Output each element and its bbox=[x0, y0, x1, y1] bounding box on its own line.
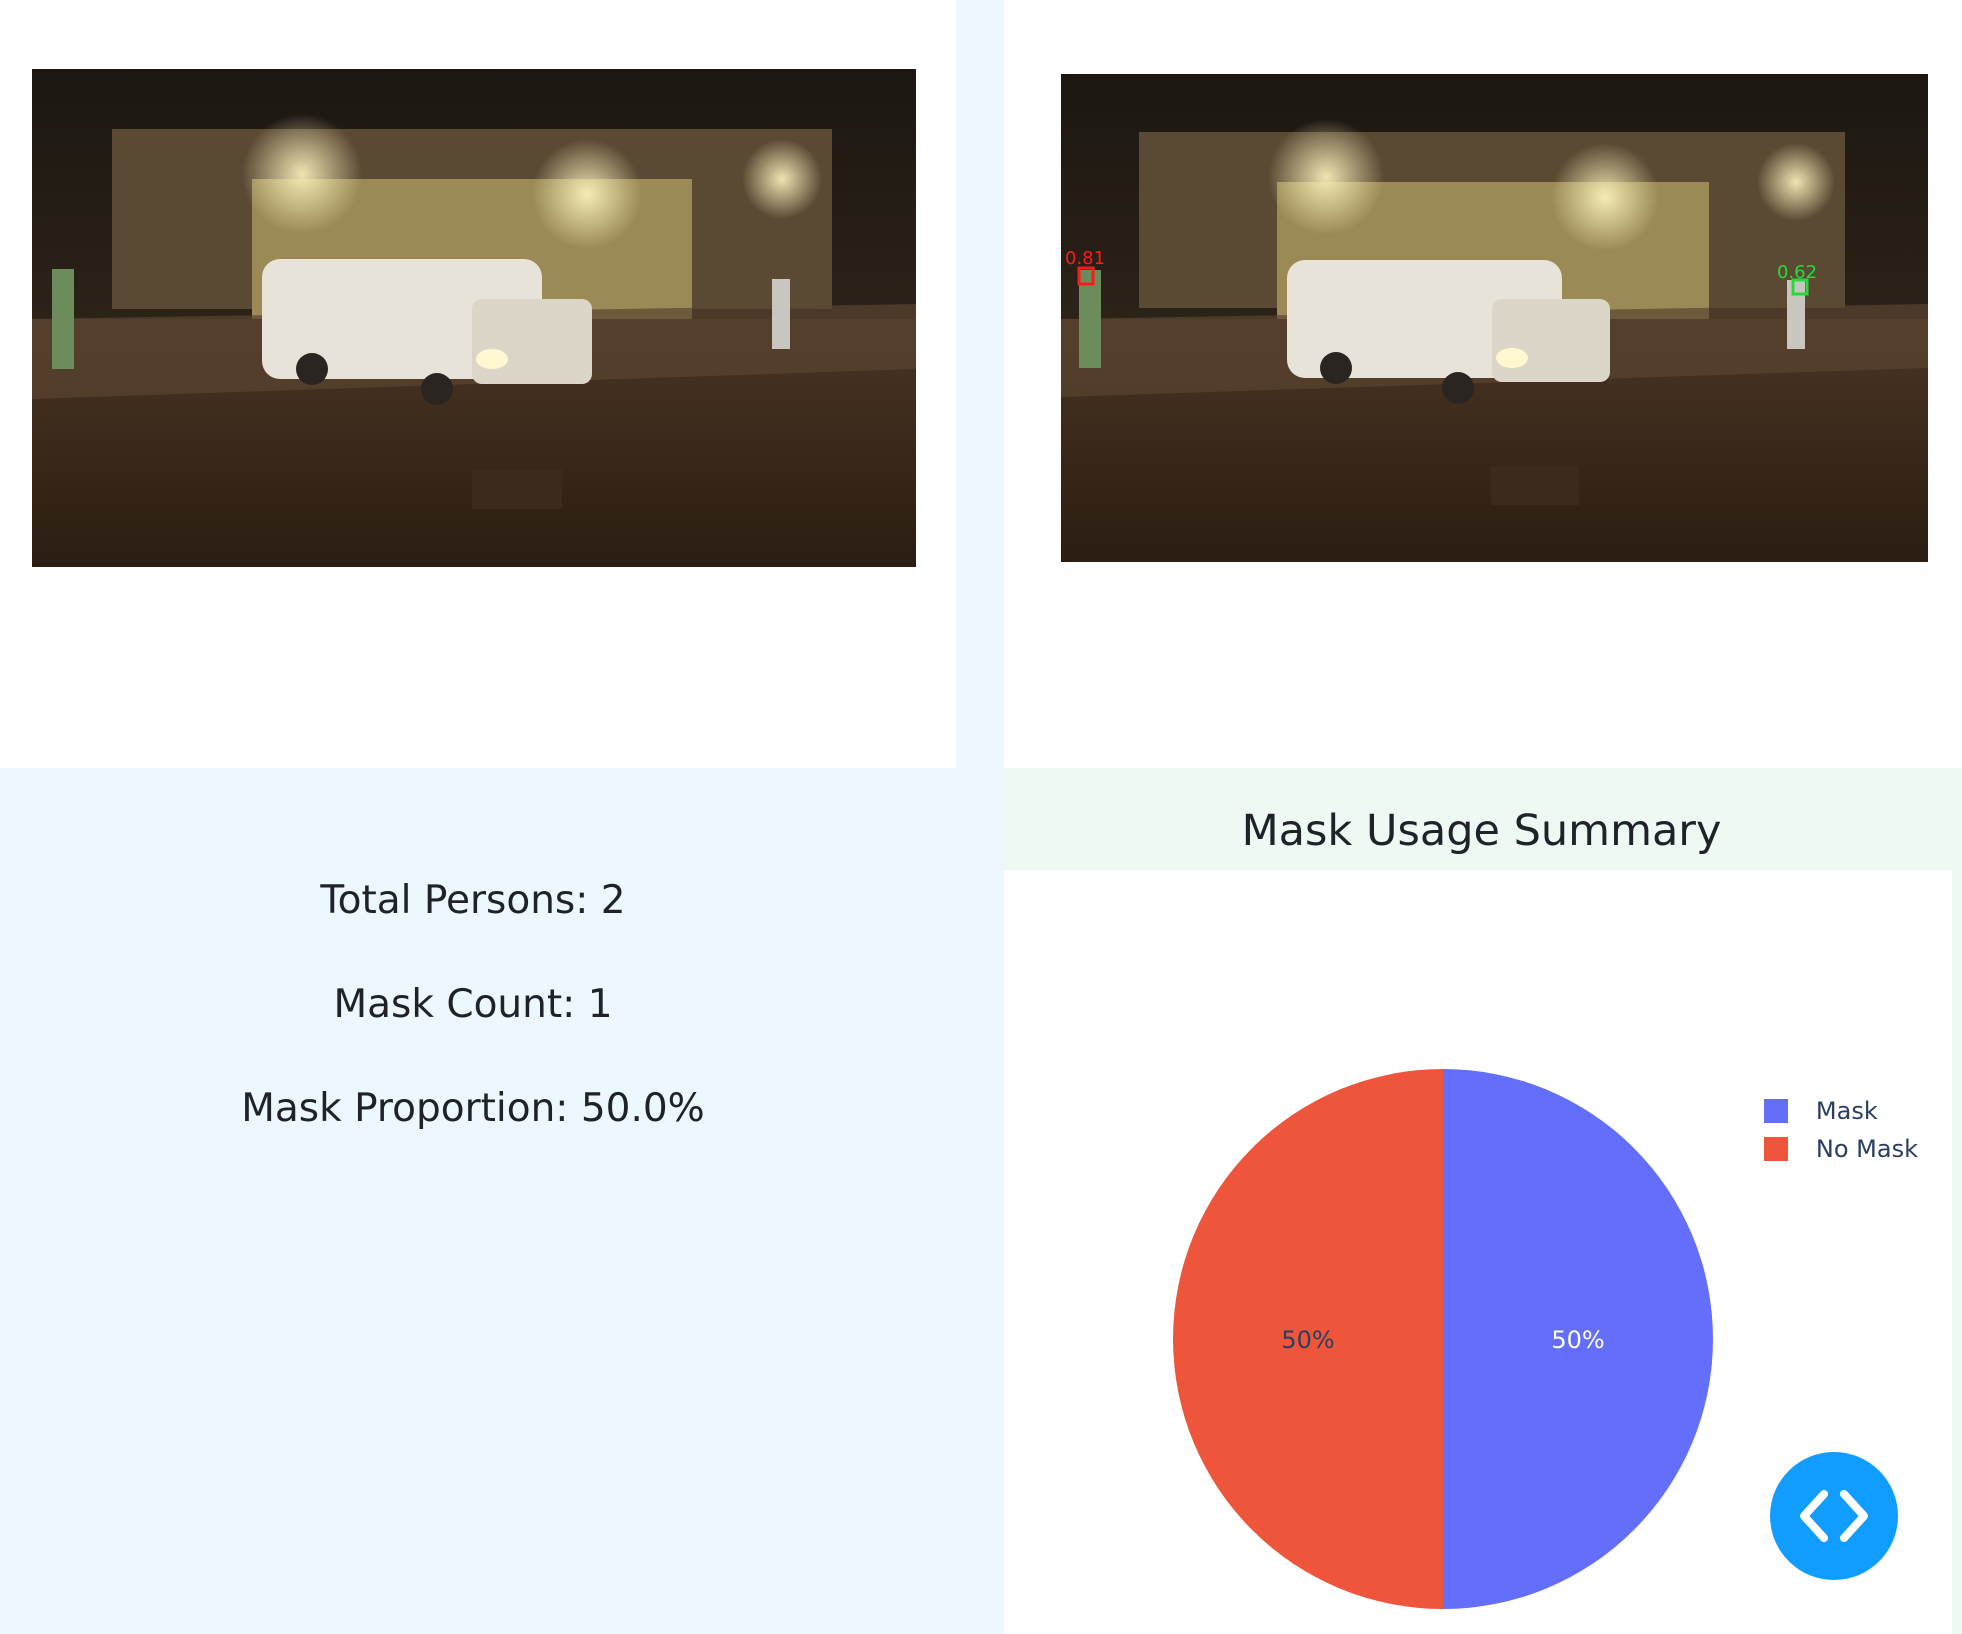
street-scene-detections-image: 0.81 0.62 bbox=[1061, 74, 1928, 562]
legend-swatch-no-mask bbox=[1763, 1137, 1788, 1161]
detection-score-mask: 0.62 bbox=[1777, 262, 1817, 283]
detected-image-panel: 0.81 0.62 bbox=[1004, 0, 1962, 768]
original-image bbox=[32, 69, 916, 567]
pie-label-mask: 50% bbox=[1551, 1326, 1604, 1354]
legend-item-mask[interactable]: Mask bbox=[1763, 1092, 1918, 1130]
mask-proportion-stat: Mask Proportion: 50.0% bbox=[241, 1086, 705, 1131]
column-gutter bbox=[956, 0, 1004, 768]
code-brackets-icon bbox=[1800, 1490, 1868, 1542]
stats-panel: Total Persons: 2 Mask Count: 1 Mask Prop… bbox=[0, 768, 1004, 1634]
legend-label-no-mask: No Mask bbox=[1815, 1135, 1918, 1163]
legend-swatch-mask bbox=[1763, 1099, 1788, 1123]
code-toggle-button[interactable] bbox=[1770, 1452, 1898, 1580]
total-persons-stat: Total Persons: 2 bbox=[320, 878, 626, 923]
detected-image: 0.81 0.62 bbox=[1061, 74, 1928, 562]
chart-legend[interactable]: Mask No Mask bbox=[1763, 1092, 1918, 1168]
chart-title: Mask Usage Summary bbox=[1241, 806, 1722, 856]
street-scene-image bbox=[32, 69, 916, 567]
original-image-panel bbox=[0, 0, 956, 768]
detection-score-no-mask: 0.81 bbox=[1065, 248, 1105, 269]
legend-label-mask: Mask bbox=[1815, 1097, 1878, 1125]
legend-item-no-mask[interactable]: No Mask bbox=[1763, 1130, 1918, 1168]
pie-label-no-mask: 50% bbox=[1281, 1326, 1334, 1354]
mask-count-stat: Mask Count: 1 bbox=[333, 982, 613, 1027]
